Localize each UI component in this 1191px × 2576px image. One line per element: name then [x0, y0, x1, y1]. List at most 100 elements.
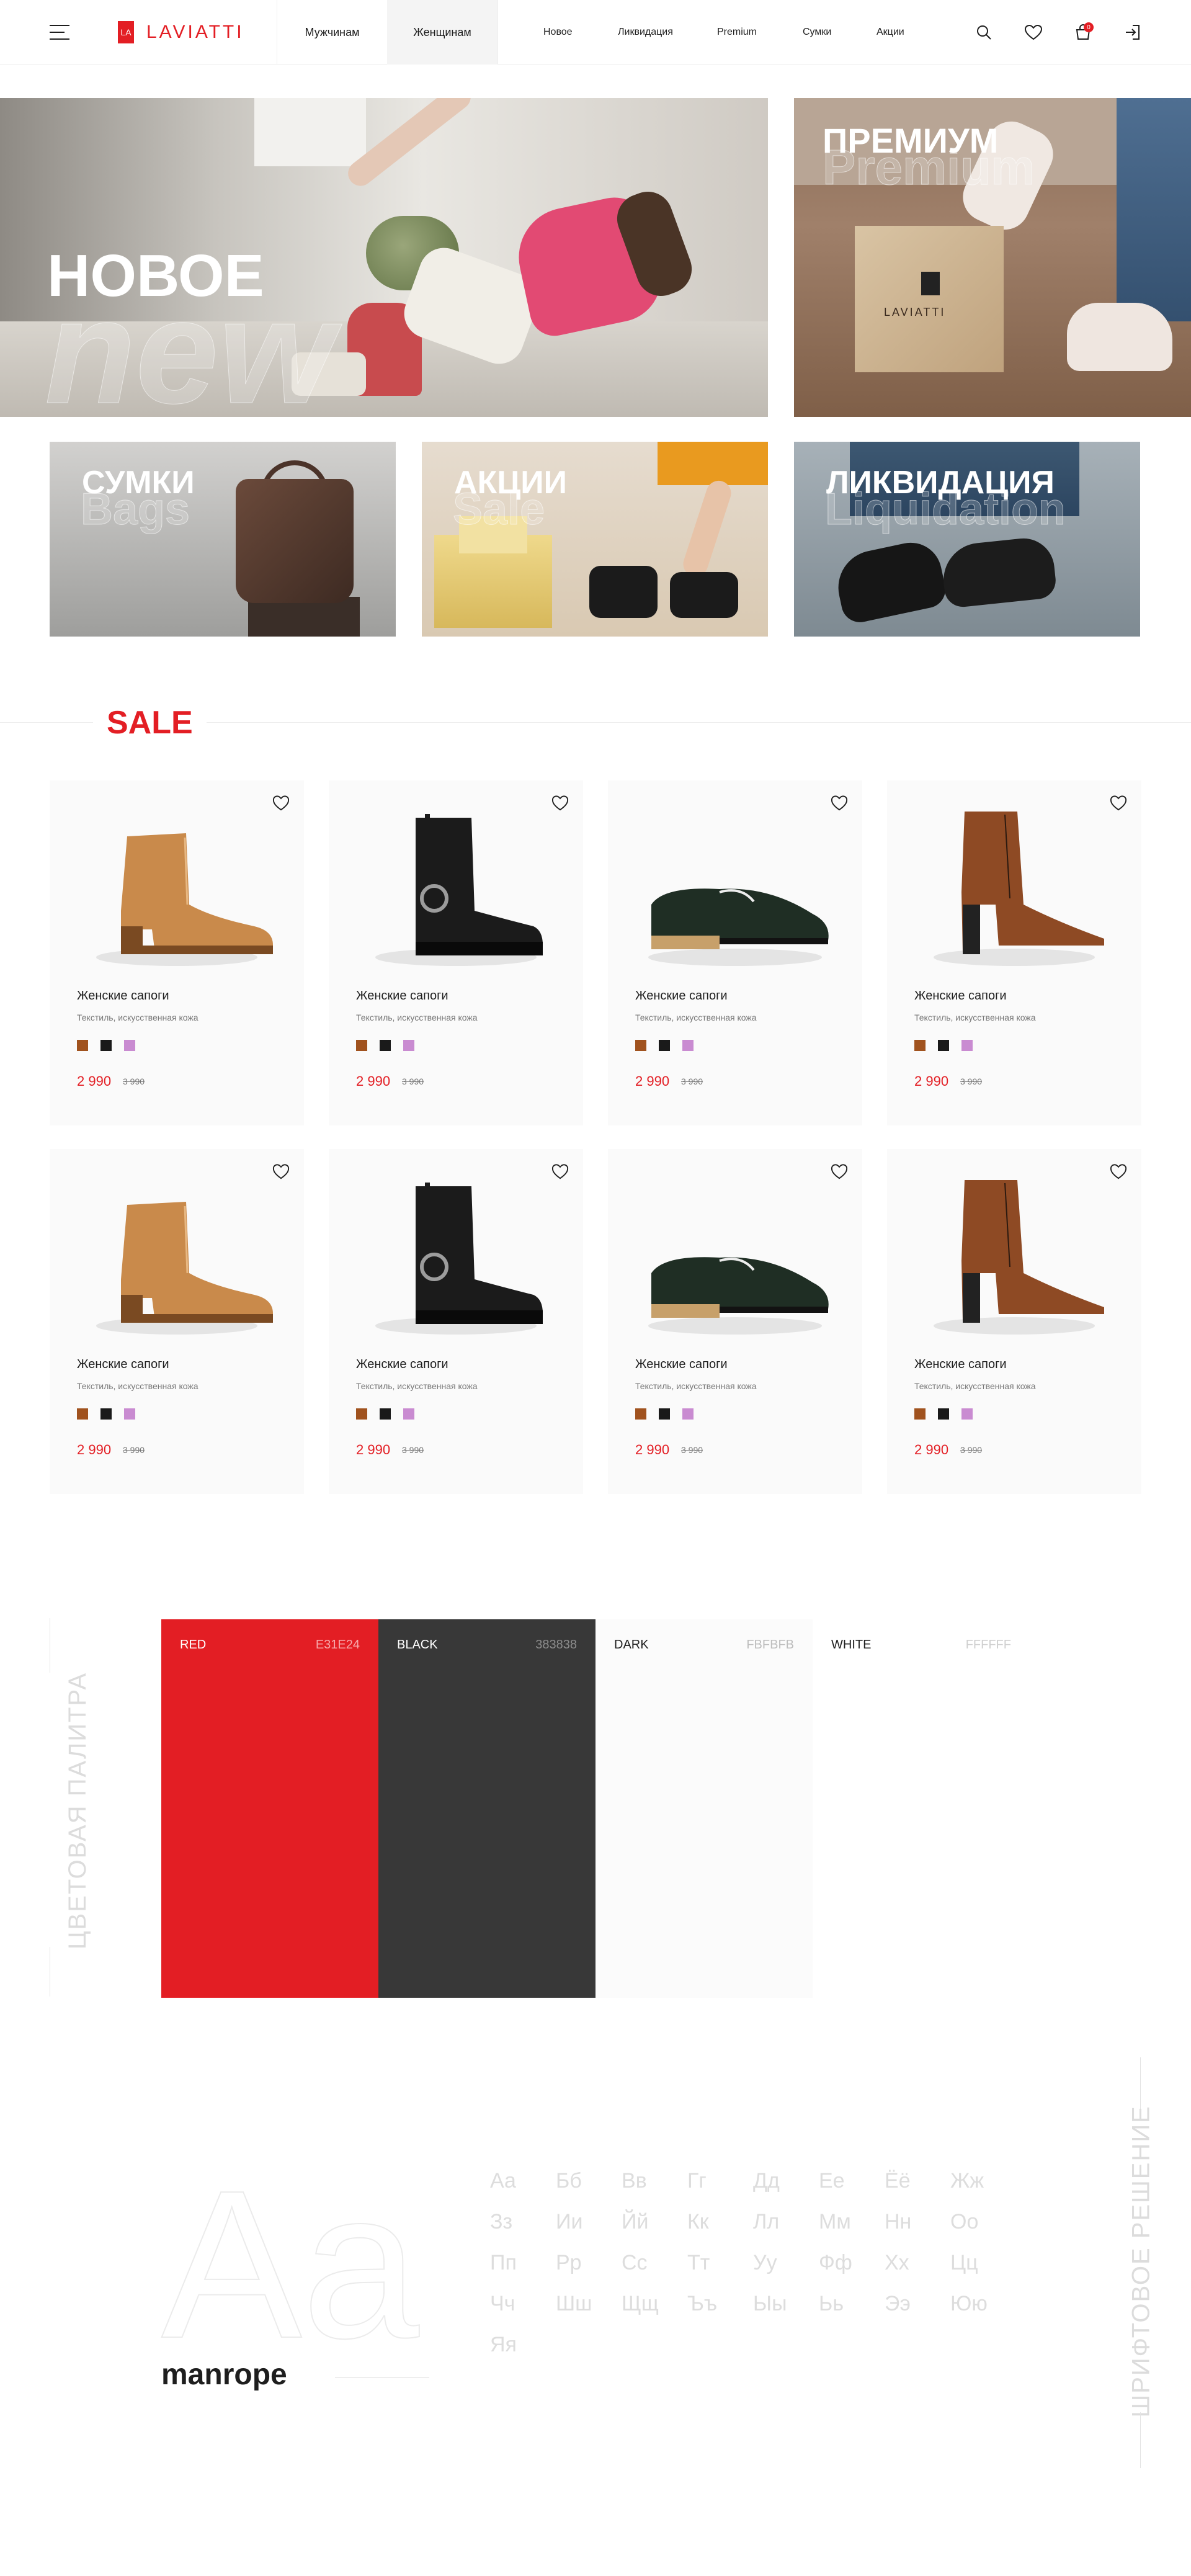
shoe-box	[855, 226, 1004, 372]
product-description: Текстиль, искусственная кожа	[635, 1013, 757, 1022]
color-swatch[interactable]	[659, 1040, 670, 1051]
color-swatch[interactable]	[635, 1040, 646, 1051]
alphabet-letter: Чч	[490, 2292, 515, 2315]
color-swatch[interactable]	[100, 1408, 112, 1420]
color-swatch[interactable]	[403, 1408, 414, 1420]
product-name[interactable]: Женские сапоги	[77, 1357, 169, 1372]
logo-mark: LA	[118, 21, 134, 43]
sale-heading: SALE	[93, 704, 207, 741]
heart-icon[interactable]	[1024, 22, 1043, 42]
product-card[interactable]: Женские сапоги Текстиль, искусственная ко…	[887, 1149, 1141, 1494]
color-swatch[interactable]	[682, 1040, 694, 1051]
color-options	[77, 1408, 148, 1420]
menu-icon[interactable]	[50, 25, 69, 40]
nav-liquidation[interactable]: Ликвидация	[618, 27, 673, 38]
product-card[interactable]: Женские сапоги Текстиль, искусственная ко…	[329, 780, 583, 1125]
color-swatch[interactable]	[124, 1040, 135, 1051]
tab-men[interactable]: Мужчинам	[277, 0, 387, 65]
color-swatch[interactable]	[100, 1040, 112, 1051]
color-swatch[interactable]	[77, 1040, 88, 1051]
product-name[interactable]: Женские сапоги	[914, 1357, 1007, 1372]
color-swatch[interactable]	[938, 1408, 949, 1420]
nav-sale[interactable]: Акции	[877, 27, 904, 38]
product-image[interactable]	[68, 799, 285, 985]
product-name[interactable]: Женские сапоги	[356, 1357, 448, 1372]
banner-liquidation-title: ЛИКВИДАЦИЯ	[826, 465, 1055, 501]
product-image[interactable]	[627, 1168, 844, 1354]
color-swatch[interactable]	[356, 1408, 367, 1420]
nav-premium[interactable]: Premium	[717, 27, 757, 38]
alphabet-letter: Гг	[687, 2169, 707, 2193]
banner-liquidation[interactable]: Liquidation ЛИКВИДАЦИЯ	[794, 442, 1140, 637]
product-name[interactable]: Женские сапоги	[635, 1357, 728, 1372]
product-old-price: 3 990	[402, 1445, 424, 1455]
alphabet-letter: Юю	[950, 2292, 988, 2315]
product-name[interactable]: Женские сапоги	[635, 989, 728, 1003]
color-swatch[interactable]	[682, 1408, 694, 1420]
color-swatch[interactable]	[938, 1040, 949, 1051]
alphabet-letter: Нн	[885, 2210, 912, 2234]
alphabet-letter: Тт	[687, 2251, 710, 2274]
product-image[interactable]	[347, 1168, 564, 1354]
product-image[interactable]	[68, 1168, 285, 1354]
logo[interactable]: LA LAVIATTI	[118, 21, 244, 43]
swatch-hex: E31E24	[315, 1638, 360, 1652]
product-card[interactable]: Женские сапоги Текстиль, искусственная ко…	[608, 1149, 862, 1494]
product-old-price: 3 990	[123, 1076, 145, 1086]
color-swatch[interactable]	[403, 1040, 414, 1051]
box-label: LAVIATTI	[884, 306, 946, 318]
banner-bags[interactable]: Bags СУМКИ	[50, 442, 396, 637]
alphabet-letter: Хх	[885, 2251, 909, 2274]
color-swatch[interactable]	[380, 1040, 391, 1051]
product-card[interactable]: Женские сапоги Текстиль, искусственная ко…	[608, 780, 862, 1125]
product-name[interactable]: Женские сапоги	[77, 989, 169, 1003]
product-image[interactable]	[627, 799, 844, 985]
nav-bags[interactable]: Сумки	[803, 27, 831, 38]
swatch-name: BLACK	[397, 1638, 438, 1652]
color-swatch[interactable]	[380, 1408, 391, 1420]
bag-image	[236, 479, 354, 603]
product-card[interactable]: Женские сапоги Текстиль, искусственная ко…	[50, 1149, 304, 1494]
product-card[interactable]: Женские сапоги Текстиль, искусственная ко…	[329, 1149, 583, 1494]
alphabet-letter: Вв	[622, 2169, 647, 2193]
color-options	[914, 1040, 985, 1051]
product-image[interactable]	[906, 799, 1123, 985]
swatch-black: BLACK 383838	[378, 1619, 596, 1998]
color-swatch[interactable]	[635, 1408, 646, 1420]
product-image[interactable]	[906, 1168, 1123, 1354]
divider	[1140, 2412, 1141, 2468]
alphabet-letter: Мм	[819, 2210, 851, 2234]
alphabet-letter: Ъъ	[687, 2292, 718, 2315]
color-swatch[interactable]	[914, 1408, 926, 1420]
alphabet-letter: Яя	[490, 2333, 517, 2356]
product-description: Текстиль, искусственная кожа	[77, 1381, 198, 1391]
banner-sale[interactable]: Sale АКЦИИ	[422, 442, 768, 637]
search-icon[interactable]	[974, 22, 994, 42]
alphabet-letter: Ёё	[885, 2169, 911, 2193]
product-description: Текстиль, искусственная кожа	[914, 1381, 1036, 1391]
product-name[interactable]: Женские сапоги	[356, 989, 448, 1003]
banner-premium[interactable]: LAVIATTI Premium ПРЕМИУМ	[794, 98, 1191, 417]
color-swatch[interactable]	[77, 1408, 88, 1420]
color-swatch[interactable]	[124, 1408, 135, 1420]
color-swatch[interactable]	[961, 1040, 973, 1051]
color-swatch[interactable]	[659, 1408, 670, 1420]
login-icon[interactable]	[1123, 22, 1143, 42]
color-options	[635, 1040, 706, 1051]
color-swatch[interactable]	[961, 1408, 973, 1420]
tab-women[interactable]: Женщинам	[387, 0, 497, 65]
alphabet-letter: Лл	[753, 2210, 780, 2234]
product-name[interactable]: Женские сапоги	[914, 989, 1007, 1003]
product-image[interactable]	[347, 799, 564, 985]
product-description: Текстиль, искусственная кожа	[77, 1013, 198, 1022]
color-swatch[interactable]	[356, 1040, 367, 1051]
banner-new[interactable]: new НОВОЕ	[0, 98, 768, 417]
alphabet-letter: Кк	[687, 2210, 709, 2234]
product-card[interactable]: Женские сапоги Текстиль, искусственная ко…	[50, 780, 304, 1125]
alphabet-letter: Уу	[753, 2251, 777, 2274]
product-card[interactable]: Женские сапоги Текстиль, искусственная ко…	[887, 780, 1141, 1125]
alphabet-letter: Сс	[622, 2251, 648, 2274]
color-swatch[interactable]	[914, 1040, 926, 1051]
nav-new[interactable]: Новое	[543, 27, 573, 38]
product-price: 2 990	[356, 1073, 391, 1089]
